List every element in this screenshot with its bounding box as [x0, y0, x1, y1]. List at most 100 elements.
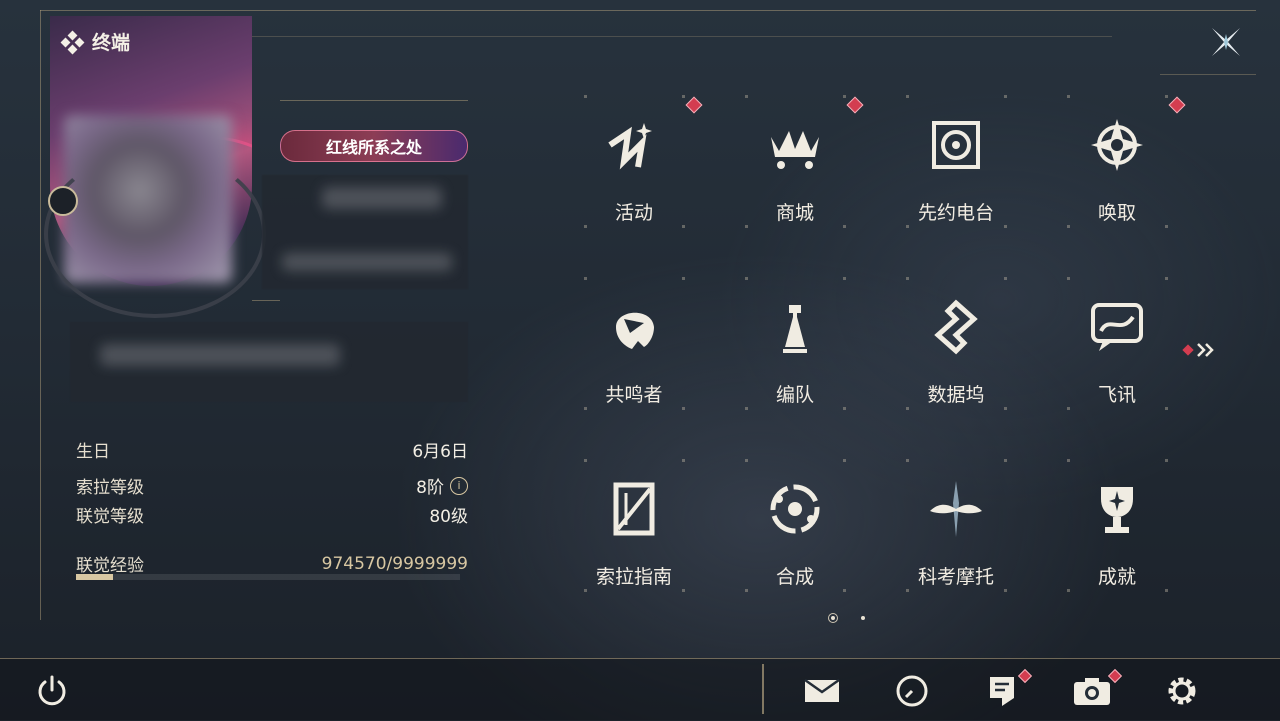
menu-item-label: 飞讯 — [1097, 384, 1136, 406]
menu-item-label: 唤取 — [1097, 202, 1136, 224]
menu-item-label: 合成 — [775, 566, 814, 588]
tile-corner-mark — [1067, 95, 1070, 98]
sola-level-row: 索拉等级 8阶 i — [76, 473, 468, 498]
tile-corner-mark — [843, 225, 846, 228]
tile-corner-mark — [906, 407, 909, 410]
tile-corner-mark — [1004, 277, 1007, 280]
terminal-title-text: 终端 — [92, 32, 131, 54]
tile-corner-mark — [682, 407, 685, 410]
tile-corner-mark — [584, 407, 587, 410]
title-badge[interactable]: 红线所系之处 — [280, 130, 468, 162]
menu-item-label: 科考摩托 — [917, 566, 994, 588]
tile-corner-mark — [1165, 589, 1168, 592]
menu-item-trophy[interactable]: 成就 — [1037, 459, 1197, 629]
tile-corner-mark — [1004, 225, 1007, 228]
menu-item-resonator[interactable]: 共鸣者 — [554, 277, 714, 447]
power-button[interactable] — [34, 673, 70, 709]
menu-item-shop-crown[interactable]: 商城 — [715, 95, 875, 265]
tile-corner-mark — [1165, 407, 1168, 410]
menu-item-convene-compass[interactable]: 唤取 — [1037, 95, 1197, 265]
next-page-button[interactable] — [1180, 340, 1222, 360]
tile-corner-mark — [843, 277, 846, 280]
title-badge-text: 红线所系之处 — [325, 138, 422, 157]
menu-item-label: 索拉指南 — [595, 566, 672, 588]
tile-corner-mark — [906, 277, 909, 280]
guide-book-icon — [604, 479, 664, 539]
synthesis-icon — [765, 479, 825, 539]
mail-button[interactable] — [802, 673, 842, 709]
tile-corner-mark — [584, 277, 587, 280]
settings-button[interactable] — [1162, 673, 1202, 709]
menu-item-event[interactable]: 活动 — [554, 95, 714, 265]
tile-corner-mark — [584, 589, 587, 592]
menu-item-data-bank[interactable]: 数据坞 — [876, 277, 1036, 447]
menu-item-team-chess[interactable]: 编队 — [715, 277, 875, 447]
notice-button[interactable] — [982, 668, 1033, 709]
union-level-row: 联觉等级 80级 — [76, 502, 468, 527]
tile-corner-mark — [745, 407, 748, 410]
tile-corner-mark — [1165, 277, 1168, 280]
menu-item-synthesis[interactable]: 合成 — [715, 459, 875, 629]
tile-corner-mark — [745, 459, 748, 462]
tile-corner-mark — [843, 589, 846, 592]
info-icon[interactable]: i — [450, 476, 468, 495]
new-badge — [1168, 96, 1186, 114]
player-signature-hidden[interactable] — [70, 322, 468, 402]
tile-corner-mark — [1004, 95, 1007, 98]
tile-corner-mark — [843, 407, 846, 410]
tile-corner-mark — [843, 95, 846, 98]
tile-corner-mark — [584, 95, 587, 98]
clock-button[interactable] — [892, 673, 932, 709]
union-level-label: 联觉等级 — [76, 507, 144, 527]
tile-corner-mark — [682, 95, 685, 98]
birthday-label: 生日 — [76, 442, 110, 462]
clock-icon — [896, 675, 928, 707]
menu-item-motorcycle[interactable]: 科考摩托 — [876, 459, 1036, 629]
menu-item-label: 商城 — [775, 202, 814, 224]
page-dot-2[interactable] — [861, 616, 865, 620]
close-icon — [1212, 28, 1240, 56]
tile-corner-mark — [682, 225, 685, 228]
menu-item-guide-book[interactable]: 索拉指南 — [554, 459, 714, 629]
sola-level-label: 索拉等级 — [76, 478, 144, 498]
tile-corner-mark — [682, 459, 685, 462]
tile-corner-mark — [1067, 459, 1070, 462]
close-button[interactable] — [1206, 22, 1246, 62]
menu-item-label: 共鸣者 — [605, 384, 663, 406]
terminal-title: 终端 — [60, 28, 131, 55]
new-badge — [685, 96, 703, 114]
terminal-icon — [60, 30, 85, 54]
tile-corner-mark — [1067, 277, 1070, 280]
chat-icon — [1087, 297, 1147, 357]
notice-icon — [990, 677, 1014, 706]
menu-item-label: 活动 — [614, 202, 653, 224]
tile-corner-mark — [1165, 225, 1168, 228]
menu-item-label: 先约电台 — [917, 202, 994, 224]
camera-button[interactable] — [1072, 668, 1123, 709]
menu-item-chat[interactable]: 飞讯 — [1037, 277, 1197, 447]
shop-crown-icon — [765, 115, 825, 175]
tile-corner-mark — [745, 95, 748, 98]
avatar-edit-button[interactable] — [48, 186, 78, 216]
tile-corner-mark — [1067, 589, 1070, 592]
power-icon — [38, 675, 66, 706]
tile-corner-mark — [1165, 95, 1168, 98]
tile-corner-mark — [843, 459, 846, 462]
union-exp-row: 联觉经验 974570/9999999 — [76, 551, 468, 577]
tile-corner-mark — [1004, 459, 1007, 462]
data-bank-icon — [926, 297, 986, 357]
double-chevron-right-icon — [1182, 343, 1214, 357]
tile-corner-mark — [584, 225, 587, 228]
tile-corner-mark — [906, 589, 909, 592]
tile-corner-mark — [1067, 225, 1070, 228]
tile-corner-mark — [682, 277, 685, 280]
birthday-value: 6月6日 — [412, 442, 468, 462]
menu-item-radio[interactable]: 先约电台 — [876, 95, 1036, 265]
page-dot-1[interactable] — [828, 613, 838, 623]
tile-corner-mark — [745, 225, 748, 228]
tile-corner-mark — [1165, 459, 1168, 462]
sola-level-value: 8阶 — [416, 478, 444, 498]
resonator-icon — [604, 297, 664, 357]
union-exp-fill — [76, 574, 114, 580]
player-name-hidden — [262, 175, 468, 289]
